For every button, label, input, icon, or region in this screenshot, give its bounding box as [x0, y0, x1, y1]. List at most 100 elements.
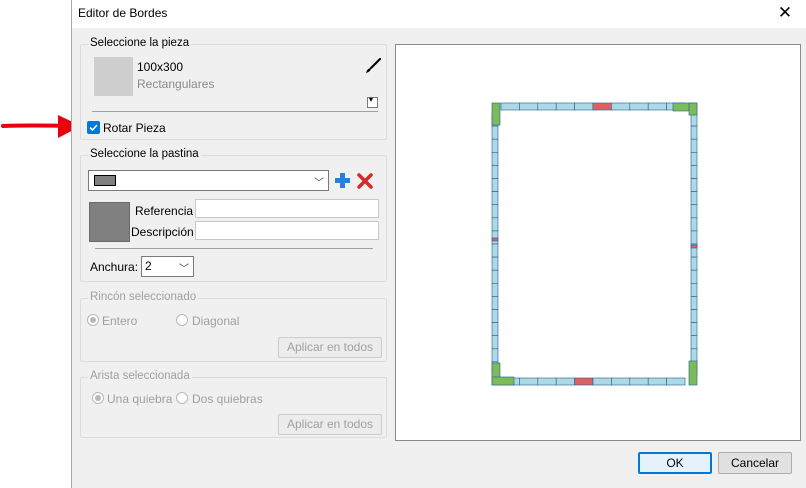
border-tile[interactable]	[691, 296, 697, 309]
add-icon[interactable]	[334, 172, 351, 189]
border-tile[interactable]	[691, 126, 697, 139]
description-input[interactable]	[195, 221, 379, 240]
corner-tile[interactable]	[492, 377, 514, 385]
border-tile[interactable]	[492, 192, 498, 205]
border-tile[interactable]	[492, 270, 498, 283]
border-tile[interactable]	[492, 283, 498, 296]
corner-whole-radio[interactable]	[87, 314, 99, 326]
pastina-color-swatch	[94, 175, 116, 186]
border-tile[interactable]	[492, 310, 498, 323]
border-tile[interactable]	[492, 218, 498, 231]
border-tile[interactable]	[691, 152, 697, 165]
border-tile[interactable]	[648, 378, 666, 385]
ok-button[interactable]: OK	[638, 452, 712, 474]
border-tile[interactable]	[691, 165, 697, 178]
chevron-down-icon: ﹀	[314, 174, 324, 189]
border-tile[interactable]	[538, 378, 556, 385]
border-tile[interactable]	[492, 296, 498, 309]
edge-two-breaks-radio[interactable]	[176, 392, 188, 404]
border-tile[interactable]	[611, 378, 629, 385]
delete-icon[interactable]	[357, 173, 373, 189]
border-tile[interactable]	[630, 103, 648, 110]
pastina-color-select[interactable]: ﹀	[88, 170, 329, 191]
border-tile[interactable]	[593, 378, 611, 385]
border-tile[interactable]	[667, 378, 685, 385]
corner-diagonal-radio[interactable]	[176, 314, 188, 326]
border-tile[interactable]	[575, 378, 593, 385]
piece-size: 100x300	[137, 60, 183, 74]
border-tile[interactable]	[691, 283, 697, 296]
edge-one-break-radio[interactable]	[92, 392, 104, 404]
rotate-piece-label[interactable]: Rotar Pieza	[103, 121, 166, 135]
reference-input[interactable]	[195, 199, 379, 218]
border-tile[interactable]	[492, 126, 498, 139]
border-tile[interactable]	[492, 179, 498, 192]
piece-thumbnail	[94, 57, 133, 96]
border-tile[interactable]	[492, 336, 498, 349]
corner-tile[interactable]	[492, 103, 500, 125]
border-tile[interactable]	[691, 336, 697, 349]
border-tile[interactable]	[492, 244, 498, 257]
corner-tile[interactable]	[689, 361, 697, 385]
description-label: Descripción	[131, 225, 194, 239]
edge-group: Arista seleccionada Una quiebra Dos quie…	[80, 377, 387, 438]
corner-apply-all-button[interactable]: Aplicar en todos	[278, 337, 382, 358]
piece-type: Rectangulares	[137, 77, 214, 91]
border-tile[interactable]	[492, 349, 498, 362]
border-tile[interactable]	[492, 257, 498, 270]
border-tile[interactable]	[492, 139, 498, 152]
pastina-group: Seleccione la pastina ﹀ Referencia Descr…	[80, 155, 387, 282]
border-tile[interactable]	[630, 378, 648, 385]
border-tile[interactable]	[648, 103, 666, 110]
edge-two-breaks-label: Dos quiebras	[192, 392, 263, 406]
piece-group-title: Seleccione la pieza	[88, 37, 191, 49]
cancel-button[interactable]: Cancelar	[718, 452, 792, 474]
border-editor-dialog: Editor de Bordes ✕ Seleccione la pieza 1…	[71, 0, 806, 488]
rotate-piece-checkbox[interactable]	[87, 121, 100, 134]
border-tile[interactable]	[691, 231, 697, 244]
border-frame-preview[interactable]	[396, 45, 800, 440]
checkmark-icon	[87, 121, 100, 134]
selected-joint[interactable]	[492, 238, 498, 241]
border-tile[interactable]	[538, 103, 556, 110]
corner-tile[interactable]	[689, 103, 697, 115]
edge-one-break-label: Una quiebra	[107, 392, 172, 406]
border-tile[interactable]	[593, 103, 611, 110]
border-tile[interactable]	[691, 257, 697, 270]
width-select[interactable]: 2 ﹀	[141, 256, 194, 277]
title-bar: Editor de Bordes ✕	[72, 0, 806, 28]
border-tile[interactable]	[691, 192, 697, 205]
border-tile[interactable]	[556, 103, 574, 110]
border-tile[interactable]	[691, 218, 697, 231]
border-tile[interactable]	[501, 103, 519, 110]
reference-label: Referencia	[135, 204, 193, 218]
border-tile[interactable]	[691, 270, 697, 283]
border-tile[interactable]	[691, 349, 697, 362]
border-tile[interactable]	[492, 231, 498, 244]
border-tile[interactable]	[492, 152, 498, 165]
border-tile[interactable]	[691, 205, 697, 218]
corner-group-title: Rincón seleccionado	[88, 291, 198, 303]
border-tile[interactable]	[519, 378, 537, 385]
border-tile[interactable]	[691, 310, 697, 323]
border-tile[interactable]	[556, 378, 574, 385]
chevron-down-icon: ﹀	[179, 260, 189, 275]
border-tile[interactable]	[611, 103, 629, 110]
pastina-group-title: Seleccione la pastina	[88, 148, 201, 160]
border-tile[interactable]	[691, 179, 697, 192]
border-tile[interactable]	[492, 165, 498, 178]
border-tile[interactable]	[492, 205, 498, 218]
close-icon[interactable]: ✕	[772, 2, 798, 24]
edge-apply-all-button[interactable]: Aplicar en todos	[278, 414, 382, 435]
border-tile[interactable]	[492, 323, 498, 336]
selected-joint[interactable]	[691, 245, 697, 248]
corner-whole-label: Entero	[102, 314, 137, 328]
piece-divider	[92, 111, 378, 112]
border-tile[interactable]	[691, 323, 697, 336]
border-tile[interactable]	[575, 103, 593, 110]
border-tile[interactable]	[519, 103, 537, 110]
brush-icon[interactable]	[365, 58, 381, 74]
pastina-divider	[95, 248, 373, 249]
border-tile[interactable]	[691, 139, 697, 152]
piece-dropdown-button[interactable]: ▾	[367, 97, 378, 108]
